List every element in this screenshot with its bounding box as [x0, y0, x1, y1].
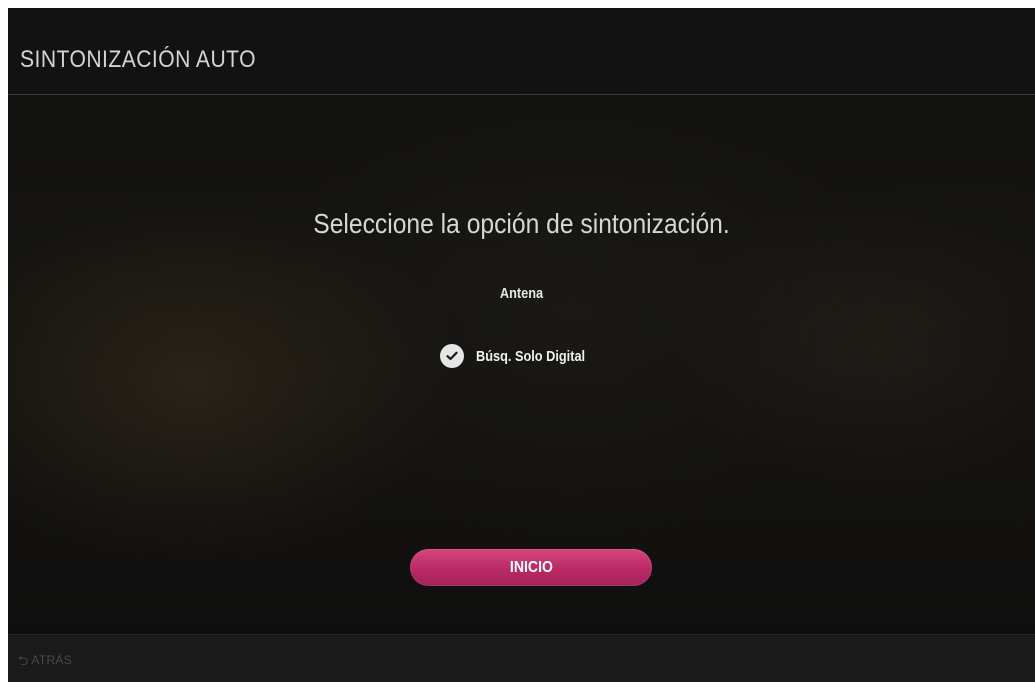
- page-title: SINTONIZACIÓN AUTO: [20, 46, 256, 73]
- option-label: Búsq. Solo Digital: [476, 347, 586, 365]
- check-icon: [440, 344, 464, 368]
- antenna-section-label: Antena: [499, 285, 544, 302]
- start-button[interactable]: INICIO: [410, 549, 652, 586]
- back-button[interactable]: ⮌ ATRÁS: [18, 653, 72, 667]
- tv-screen: SINTONIZACIÓN AUTO Seleccione la opción …: [8, 8, 1035, 682]
- back-arrow-icon: ⮌: [18, 652, 29, 668]
- tuning-prompt: Seleccione la opción de sintonización.: [313, 208, 730, 239]
- footer: ⮌ ATRÁS: [8, 634, 1035, 682]
- digital-only-search-option[interactable]: Búsq. Solo Digital: [440, 341, 604, 371]
- header: SINTONIZACIÓN AUTO: [8, 8, 1035, 95]
- back-label: ATRÁS: [31, 653, 73, 667]
- start-button-label: INICIO: [509, 558, 553, 576]
